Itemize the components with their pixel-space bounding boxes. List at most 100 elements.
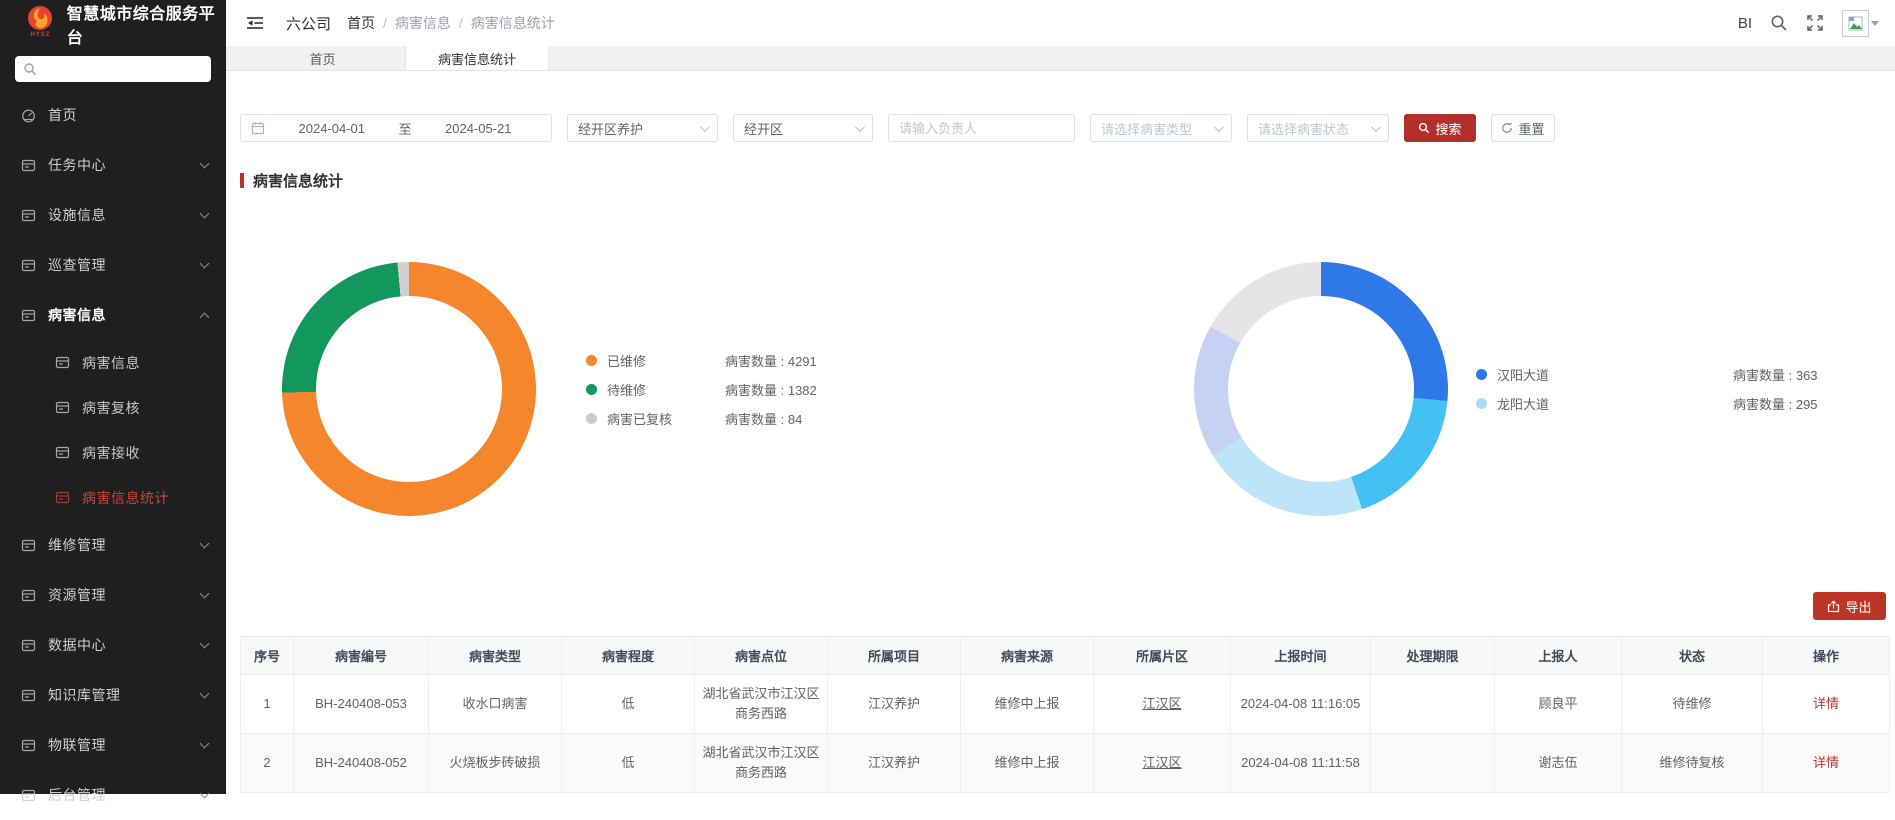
sidebar-item-设施信息[interactable]: 设施信息 (0, 190, 226, 240)
column-header-所属片区: 所属片区 (1094, 637, 1231, 675)
breadcrumb-item[interactable]: 病害信息 (395, 13, 451, 33)
export-row: 导出 (240, 592, 1886, 620)
sidebar-menu: 首页任务中心设施信息巡查管理病害信息病害信息病害复核病害接收病害信息统计维修管理… (0, 90, 226, 820)
sidebar-item-label: 设施信息 (48, 205, 106, 225)
disease-table: 序号病害编号病害类型病害程度病害点位所属项目病害来源所属片区上报时间处理期限上报… (240, 636, 1890, 793)
logo-text: HYSZ (30, 32, 50, 38)
panel-icon (21, 308, 36, 323)
collapse-sidebar-icon[interactable] (246, 16, 264, 30)
sidebar-item-label: 病害信息 (82, 353, 140, 373)
sidebar-item-巡查管理[interactable]: 巡查管理 (0, 240, 226, 290)
topbar-actions: BI (1738, 10, 1879, 37)
legend-dot (586, 384, 597, 395)
table-cell: 2 (241, 734, 294, 793)
tab-首页[interactable]: 首页 (240, 46, 406, 70)
legend-label: 病害已复核 (607, 409, 725, 428)
disease-status-select[interactable]: 请选择病害状态 (1247, 114, 1389, 142)
table-cell[interactable]: 江汉区 (1094, 675, 1231, 734)
date-to-label: 至 (395, 119, 416, 138)
sidebar-item-资源管理[interactable]: 资源管理 (0, 570, 226, 620)
legend-label: 已维修 (607, 351, 725, 370)
owner-input[interactable] (899, 121, 1064, 136)
start-date-value[interactable]: 2024-04-01 (269, 121, 395, 136)
detail-link[interactable]: 详情 (1763, 675, 1890, 734)
date-range-picker[interactable]: 2024-04-01 至 2024-05-21 (240, 114, 552, 142)
avatar[interactable] (1842, 10, 1869, 37)
sidebar-item-病害信息统计[interactable]: 病害信息统计 (0, 475, 226, 520)
table-cell: 2024-04-08 11:11:58 (1231, 734, 1371, 793)
chevron-up-icon (200, 313, 210, 323)
sidebar-item-维修管理[interactable]: 维修管理 (0, 520, 226, 570)
table-cell: 江汉养护 (828, 734, 961, 793)
column-header-处理期限: 处理期限 (1371, 637, 1495, 675)
legend-item[interactable]: 汉阳大道病害数量 : 363 (1476, 365, 1818, 384)
table-cell: BH-240408-053 (294, 675, 429, 734)
breadcrumb-item[interactable]: 首页 (347, 13, 375, 33)
table-cell: 火烧板步砖破损 (429, 734, 562, 793)
sidebar-item-后台管理[interactable]: 后台管理 (0, 770, 226, 820)
breadcrumb-item[interactable]: 病害信息统计 (471, 13, 555, 33)
panel-icon (21, 258, 36, 273)
legend-item[interactable]: 病害已复核病害数量 : 84 (586, 409, 817, 428)
page-content: 2024-04-01 至 2024-05-21 经开区养护 经开区 请选择病害类… (226, 71, 1895, 794)
sidebar-item-label: 知识库管理 (48, 685, 121, 705)
table-cell: 顾良平 (1495, 675, 1622, 734)
end-date-value[interactable]: 2024-05-21 (416, 121, 542, 136)
table-cell: 湖北省武汉市江汉区商务西路 (695, 734, 828, 793)
legend-item[interactable]: 已维修病害数量 : 4291 (586, 351, 817, 370)
reset-button[interactable]: 重置 (1491, 114, 1555, 142)
table-cell: 江汉养护 (828, 675, 961, 734)
legend-item[interactable]: 待维修病害数量 : 1382 (586, 380, 817, 399)
legend-count: 病害数量 : 1382 (725, 380, 817, 399)
sidebar-search-input[interactable] (15, 56, 211, 82)
sidebar-item-label: 任务中心 (48, 155, 106, 175)
area-select-value: 经开区 (744, 119, 783, 138)
sidebar-item-病害信息[interactable]: 病害信息 (0, 340, 226, 385)
app-title: 智慧城市综合服务平台 (67, 0, 226, 48)
donut-hole (1228, 296, 1414, 482)
bi-button[interactable]: BI (1738, 15, 1752, 32)
panel-icon (21, 688, 36, 703)
tab-病害信息统计[interactable]: 病害信息统计 (406, 46, 549, 70)
sidebar-item-病害接收[interactable]: 病害接收 (0, 430, 226, 475)
area-select[interactable]: 经开区 (733, 114, 873, 142)
table-cell (1371, 675, 1495, 734)
disease-type-placeholder: 请选择病害类型 (1101, 119, 1192, 138)
topbar: 六公司 首页/病害信息/病害信息统计 BI (226, 0, 1895, 46)
sidebar-item-任务中心[interactable]: 任务中心 (0, 140, 226, 190)
chevron-down-icon (200, 639, 210, 649)
search-icon[interactable] (1770, 14, 1788, 32)
search-button[interactable]: 搜索 (1404, 114, 1476, 142)
disease-type-select[interactable]: 请选择病害类型 (1090, 114, 1232, 142)
column-header-所属项目: 所属项目 (828, 637, 961, 675)
donut-chart (282, 262, 536, 516)
table-cell[interactable]: 江汉区 (1094, 734, 1231, 793)
charts-row: 已维修病害数量 : 4291待维修病害数量 : 1382病害已复核病害数量 : … (240, 262, 1886, 516)
sidebar-item-首页[interactable]: 首页 (0, 90, 226, 140)
legend-label: 待维修 (607, 380, 725, 399)
table-cell: 谢志伍 (1495, 734, 1622, 793)
export-button[interactable]: 导出 (1813, 592, 1886, 620)
sidebar-item-知识库管理[interactable]: 知识库管理 (0, 670, 226, 720)
column-header-病害来源: 病害来源 (961, 637, 1094, 675)
legend-dot (586, 355, 597, 366)
chevron-down-icon[interactable] (1871, 21, 1879, 26)
project-select[interactable]: 经开区养护 (567, 114, 718, 142)
table-cell: 低 (562, 734, 695, 793)
legend-item[interactable]: 龙阳大道病害数量 : 295 (1476, 394, 1818, 413)
title-accent-bar (240, 173, 244, 188)
table-cell: 维修中上报 (961, 734, 1094, 793)
sidebar-item-物联管理[interactable]: 物联管理 (0, 720, 226, 770)
chevron-down-icon (1214, 122, 1224, 132)
road-donut-chart: 汉阳大道病害数量 : 363 龙阳大道病害数量 : 295 (1063, 262, 1886, 516)
sidebar-item-数据中心[interactable]: 数据中心 (0, 620, 226, 670)
fullscreen-icon[interactable] (1806, 14, 1824, 32)
table-row: 2BH-240408-052火烧板步砖破损低湖北省武汉市江汉区商务西路江汉养护维… (241, 734, 1890, 793)
logo-flame-icon: HYSZ (24, 4, 57, 44)
detail-link[interactable]: 详情 (1763, 734, 1890, 793)
sidebar-item-病害信息[interactable]: 病害信息 (0, 290, 226, 340)
sidebar-item-label: 数据中心 (48, 635, 106, 655)
legend-count: 病害数量 : 84 (725, 409, 802, 428)
company-selector[interactable]: 六公司 (286, 13, 331, 34)
sidebar-item-病害复核[interactable]: 病害复核 (0, 385, 226, 430)
